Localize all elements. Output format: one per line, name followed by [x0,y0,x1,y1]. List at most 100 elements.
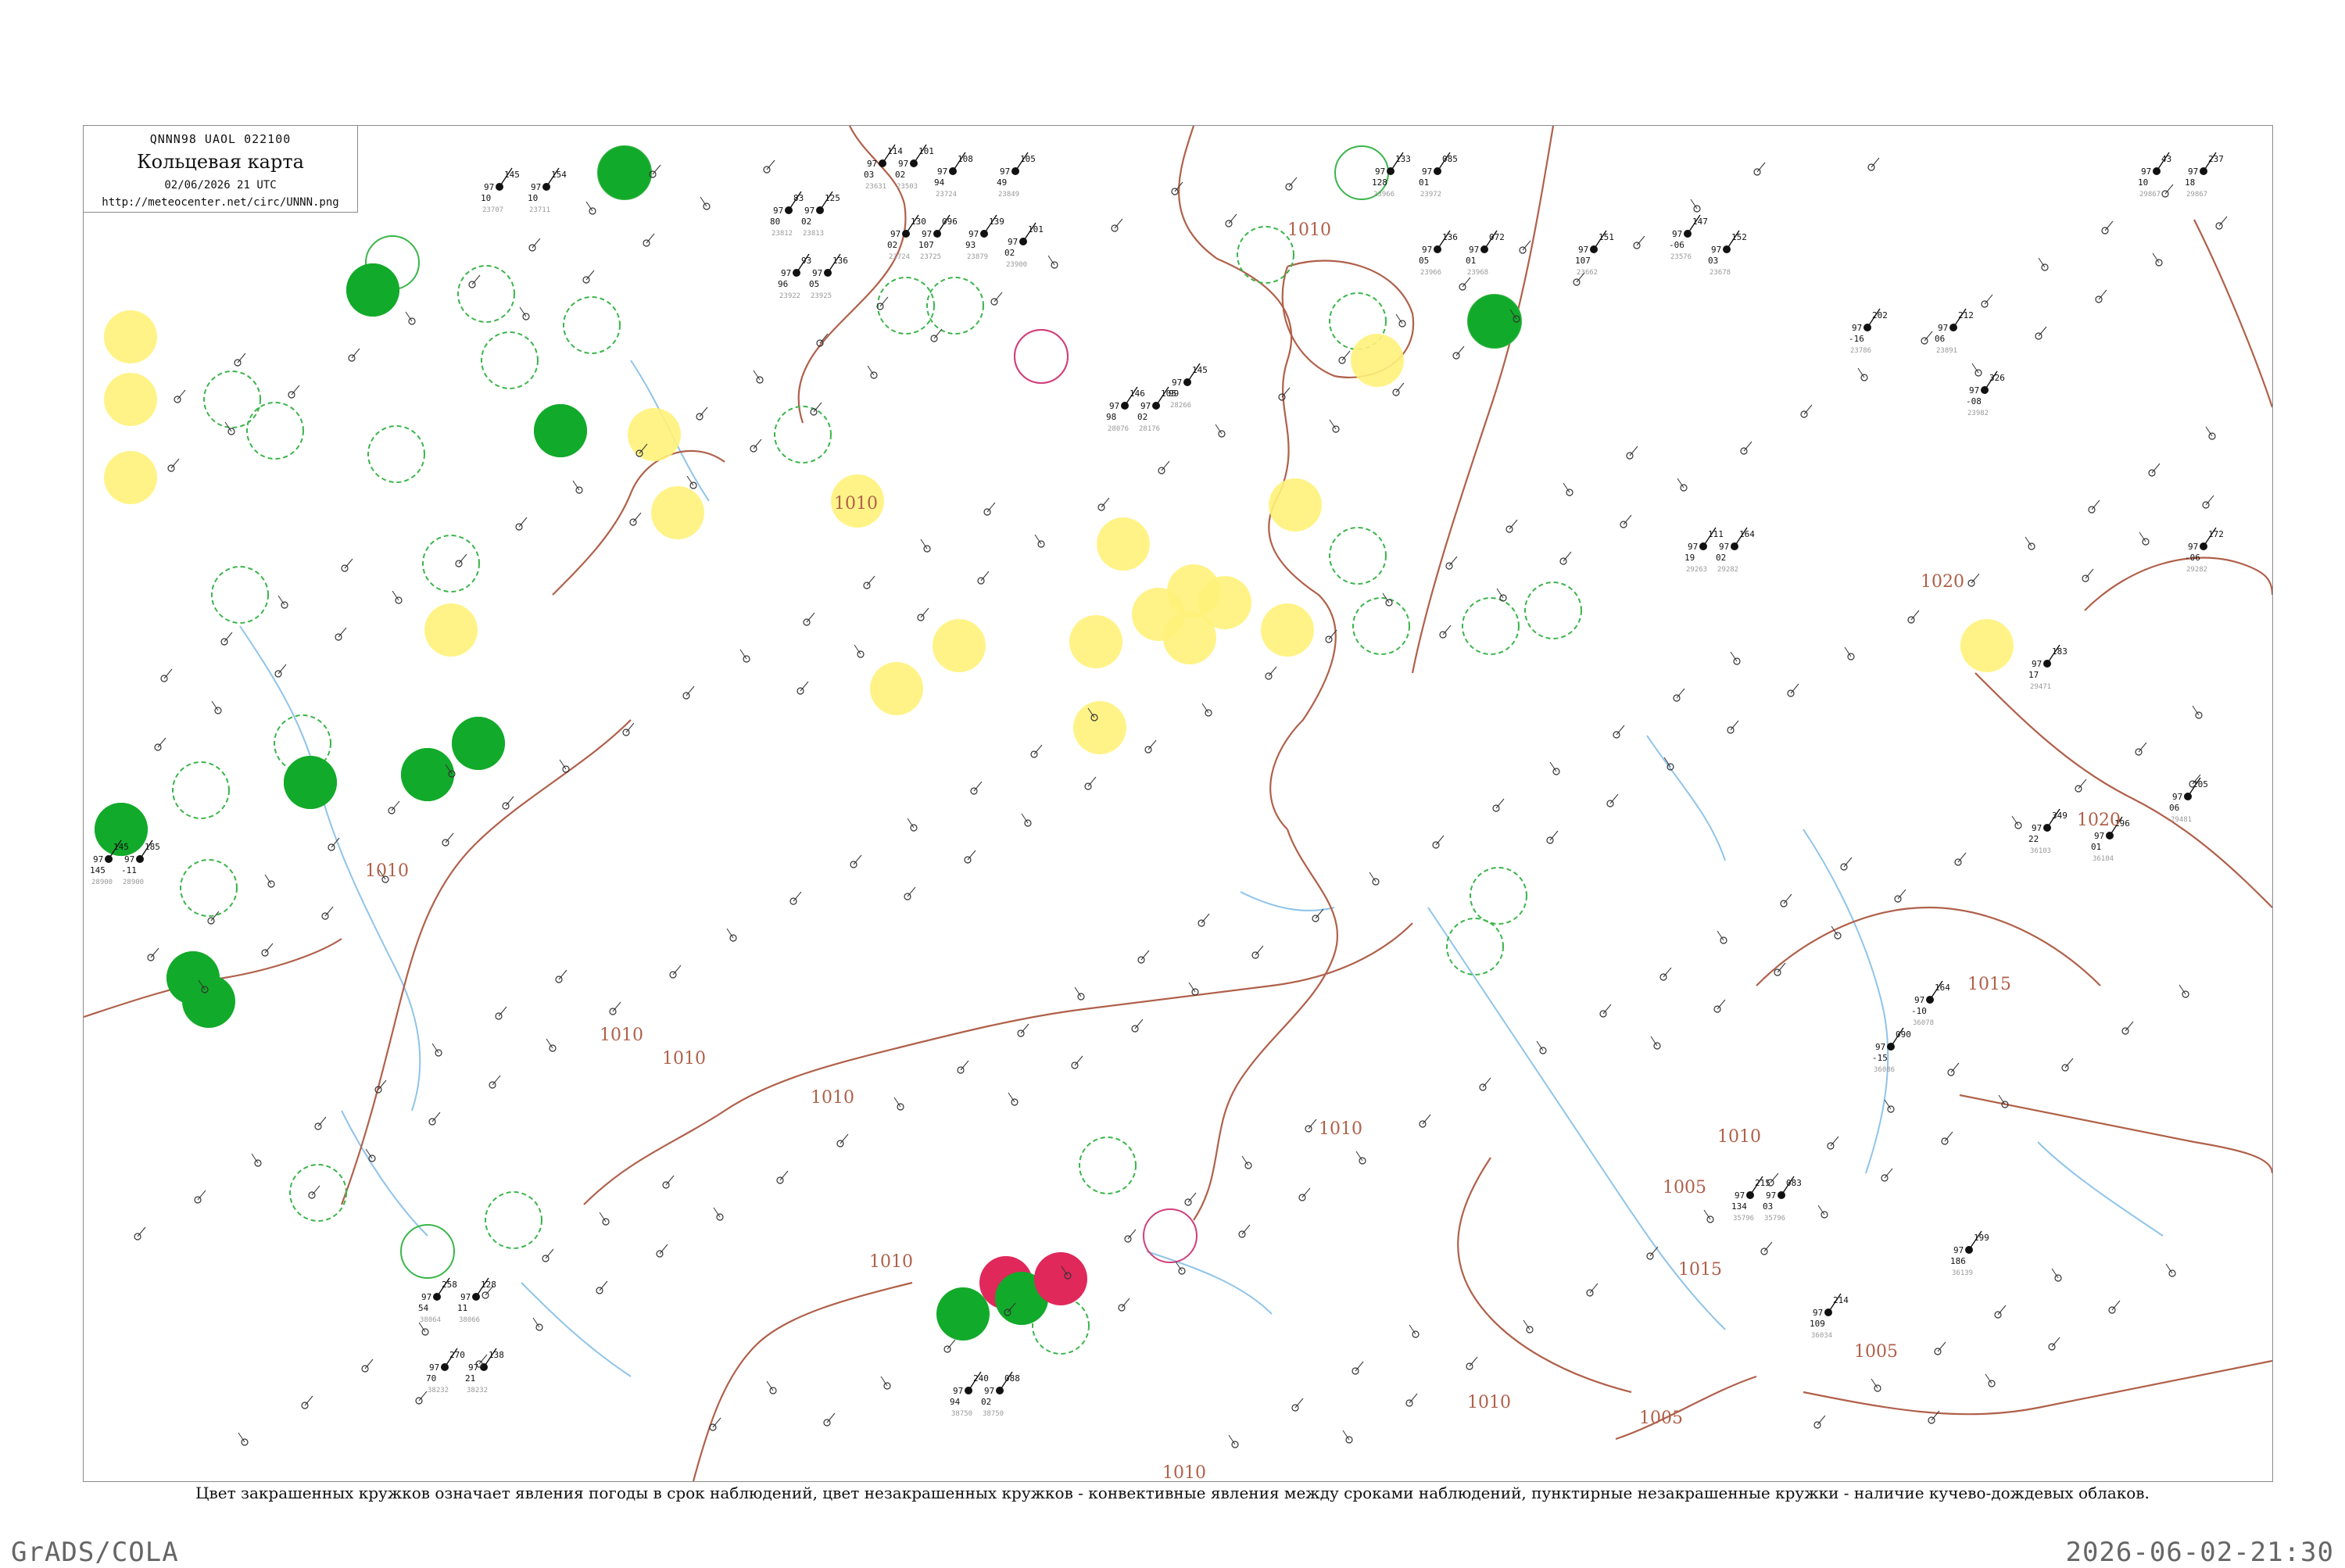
wind-barb [324,906,334,917]
wind-barb [766,159,775,170]
station-plot: 237 9718 29867 [2185,152,2224,199]
wind-barb [585,270,595,281]
temperature-label: 97 [468,1362,478,1373]
station-index-label: 23503 [897,183,918,191]
temperature-label: 97 [1578,245,1588,255]
temperature-label: 97 [2032,659,2042,669]
station-index-label: 29481 [2171,816,2192,824]
station-marker [1097,517,1150,571]
station-marker [172,761,230,819]
wind-barb [793,891,802,902]
wind-barb [277,664,287,675]
dewpoint-label: -10 [1911,1006,1927,1016]
wind-barb [304,1395,313,1406]
weather-fill-circle [933,619,986,672]
wind-barb [478,1354,488,1365]
wind-barb [1409,1393,1418,1404]
source-url[interactable]: http://meteocenter.net/circ/UNNN.png [84,196,357,209]
station-index-label: 28176 [1139,425,1160,433]
station-marker [1198,576,1251,629]
wind-barb [291,385,300,396]
station-index-label: 23966 [1420,269,1441,277]
weather-fill-circle [1198,576,1251,629]
wind-barb [1770,1172,1779,1183]
wind-barb [2138,742,2147,753]
station-index-label: 23849 [998,191,1019,199]
dewpoint-label: 02 [887,240,897,250]
station-index-label: 29867 [2139,191,2161,199]
station-marker [246,402,304,460]
dewpoint-label: 06 [2169,803,2179,813]
wind-barb [1341,350,1351,361]
wind-barb [980,571,990,582]
station-index-label: 23725 [920,253,941,261]
dewpoint-label: 19 [1684,553,1695,563]
temperature-label: 97 [1852,323,1862,333]
station-plot: 258 9754 38064 [418,1277,457,1324]
station-index-label: 38750 [983,1410,1004,1418]
wind-barb [1455,345,1465,356]
wind-barb [505,796,514,807]
wind-barb [1288,177,1298,188]
station-index-label: 23662 [1577,269,1598,277]
dewpoint-label: 128 [1372,177,1387,188]
wind-barb [699,406,708,417]
wind-barb [967,850,976,861]
wind-barb [344,558,353,569]
river-line [341,1110,428,1237]
dewpoint-label: 109 [1810,1319,1825,1329]
wind-barb [933,328,943,339]
pressure-label: 237 [2208,154,2224,164]
wind-barb [1201,913,1210,924]
wind-barb [665,1175,675,1186]
wind-barb [1228,213,1237,224]
isobar-value-label: 1005 [1854,1342,1898,1362]
wind-barb [545,1248,554,1259]
dewpoint-label: 107 [1575,256,1591,266]
temperature-label: 97 [1875,1042,1885,1052]
station-plot: 151 97107 23662 [1575,230,1614,277]
station-marker [104,451,157,504]
temperature-label: 97 [937,166,947,177]
dewpoint-label: 10 [2138,177,2148,188]
station-index-label: 23891 [1936,347,1957,355]
dewpoint-label: 70 [426,1373,436,1384]
river-line [1803,829,1889,1174]
wind-barb [558,969,567,980]
station-marker [1079,1137,1137,1194]
wind-barb [2091,499,2100,510]
wind-barb [826,1412,836,1423]
temperature-label: 97 [773,206,783,216]
convective-ring [400,1224,455,1279]
station-marker [628,408,681,461]
dewpoint-label: 93 [965,240,976,250]
pressure-label: 108 [958,154,973,164]
wind-barb [2164,184,2174,195]
station-plot: 139 9793 23879 [965,214,1004,261]
station-index-label: 29867 [2186,191,2207,199]
station-marker [1524,582,1582,639]
station-plot: 128 9711 38066 [457,1277,496,1324]
wind-barb [2104,220,2114,231]
weather-fill-circle [1097,517,1150,571]
station-index-label: 23812 [772,230,793,238]
dewpoint-label: 80 [770,217,780,227]
wind-barb [1462,277,1471,288]
wind-barb [1134,1018,1144,1029]
wind-barb [1355,1361,1364,1372]
weather-fill-circle [452,717,505,770]
pressure-label: 145 [113,842,129,852]
wind-barb [1602,1004,1612,1015]
dewpoint-label: 18 [2185,177,2195,188]
temperature-label: 97 [429,1362,439,1373]
station-index-label: 23900 [1006,261,1027,269]
temperature-label: 97 [1969,385,1979,396]
station-marker [400,1224,455,1279]
wind-barb [1897,889,1906,900]
station-index-label: 28266 [1170,402,1191,410]
station-index-label: 23879 [967,253,988,261]
wind-barb [2151,463,2161,474]
weather-fill-circle [628,408,681,461]
river-line [1615,1188,1726,1330]
station-plot: 349 9722 36103 [2028,808,2068,855]
